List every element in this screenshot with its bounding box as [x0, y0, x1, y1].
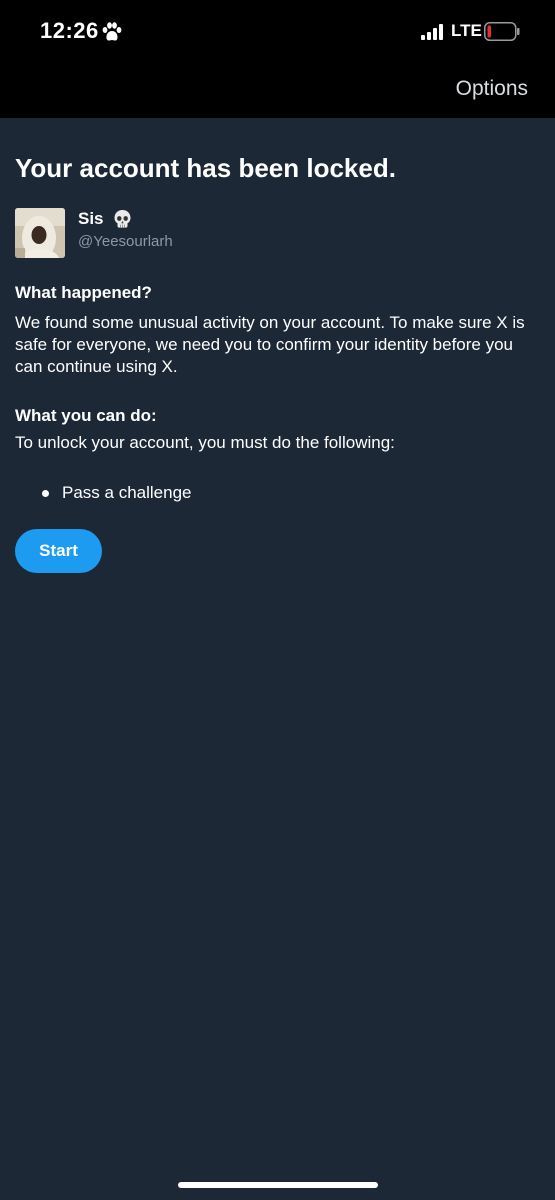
- status-time: 12:26: [40, 18, 99, 43]
- what-happened-heading: What happened?: [15, 283, 152, 302]
- page-title: Your account has been locked.: [15, 153, 396, 183]
- list-item: Pass a challenge: [15, 482, 191, 504]
- steps-list: Pass a challenge: [15, 482, 191, 504]
- what-you-can-do-text: To unlock your account, you must do the …: [15, 433, 395, 452]
- step-label: Pass a challenge: [62, 483, 192, 502]
- home-indicator[interactable]: [178, 1182, 378, 1188]
- top-bar: 12:26 LTE Options: [0, 0, 555, 118]
- avatar: [15, 208, 65, 258]
- skull-icon: [114, 210, 131, 228]
- battery-low-icon: [484, 22, 520, 41]
- display-name: Sis: [78, 209, 104, 228]
- what-happened-text: We found some unusual activity on your a…: [15, 313, 525, 376]
- what-you-can-do-heading: What you can do:: [15, 406, 157, 425]
- user-handle: @Yeesourlarh: [78, 233, 173, 250]
- network-type: LTE: [451, 21, 482, 40]
- cellular-signal-icon: [421, 24, 443, 40]
- paw-icon: [102, 22, 122, 41]
- options-button[interactable]: Options: [456, 77, 528, 101]
- start-button[interactable]: Start: [15, 529, 102, 573]
- bullet-icon: [42, 490, 49, 497]
